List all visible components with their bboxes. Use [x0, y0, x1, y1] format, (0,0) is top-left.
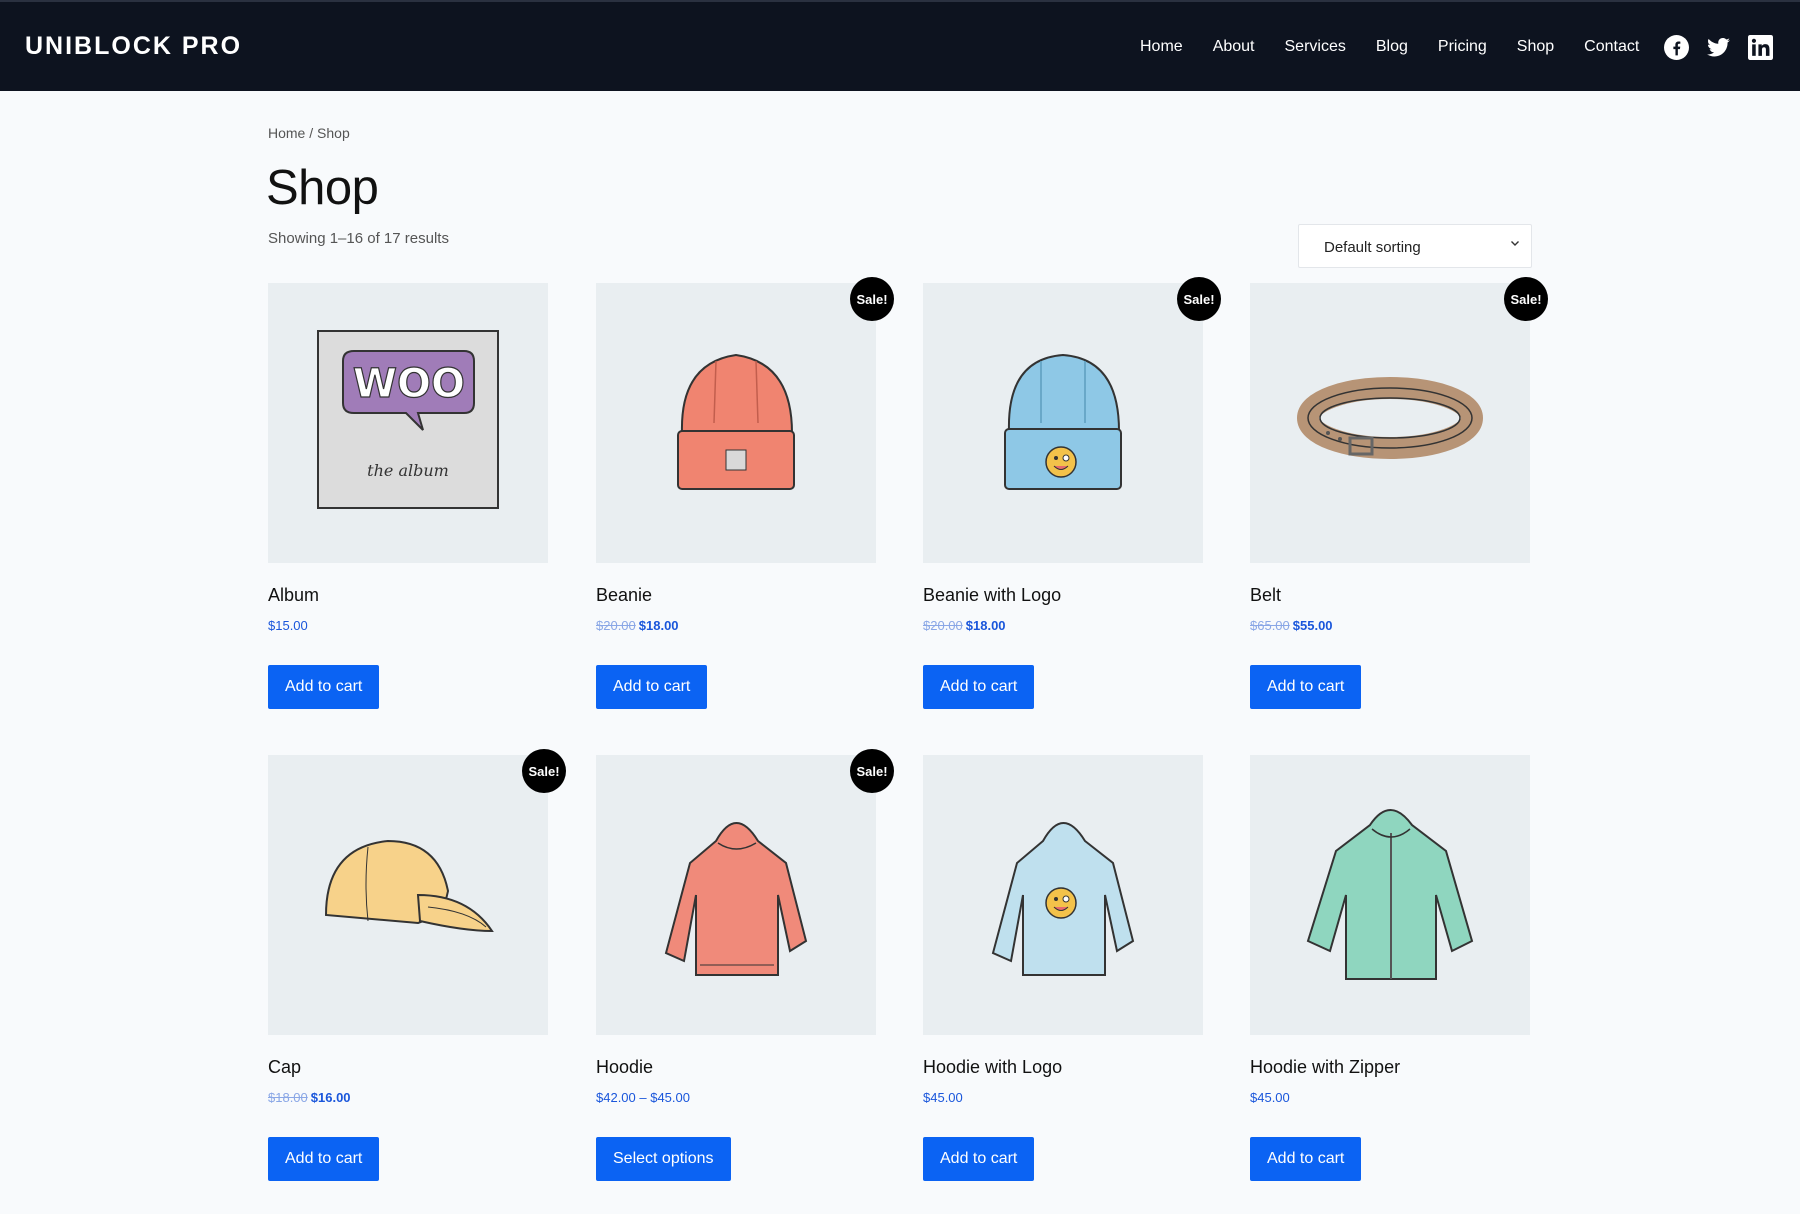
product-price: $65.00 $55.00: [1250, 618, 1333, 633]
price-old: $18.00: [268, 1090, 308, 1105]
hoodie-with-logo-illustration: [991, 822, 1135, 976]
product-image[interactable]: Sale!: [596, 749, 894, 1035]
belt-illustration: [1297, 377, 1483, 459]
add-to-cart-button[interactable]: Add to cart: [268, 1137, 380, 1181]
product-name[interactable]: Cap: [268, 1057, 301, 1078]
chevron-down-icon: [1511, 241, 1519, 246]
breadcrumb-current: Shop: [317, 125, 350, 141]
beanie-with-logo-illustration: [1004, 353, 1122, 490]
product-price: $42.00 – $45.00: [596, 1090, 690, 1105]
product-image[interactable]: WOO the album: [268, 283, 548, 563]
price-old: $20.00: [596, 618, 636, 633]
price-current: $16.00: [310, 1090, 351, 1105]
beanie-illustration: [677, 353, 795, 490]
product-card-hoodie-with-logo: Hoodie with Logo $45.00 Add to cart: [923, 755, 1203, 1181]
product-image[interactable]: Sale!: [268, 749, 566, 1035]
nav-about[interactable]: About: [1213, 38, 1255, 56]
facebook-icon[interactable]: [1664, 35, 1689, 60]
nav-home[interactable]: Home: [1140, 38, 1183, 56]
sale-badge: Sale!: [522, 749, 566, 793]
price-current: $15.00: [268, 618, 308, 633]
price-old: $65.00: [1250, 618, 1290, 633]
album-title-text: WOO: [353, 361, 465, 407]
product-card-beanie-with-logo: Sale! Beanie with Logo $20.00 $18.00 Add …: [923, 277, 1221, 709]
product-card-belt: Sale! Belt $65.00 $55.00 Add to cart: [1250, 277, 1548, 709]
product-price: $20.00 $18.00: [596, 618, 679, 633]
product-price: $15.00: [268, 618, 308, 633]
product-image[interactable]: Sale!: [596, 277, 894, 563]
album-subtitle-text: the album: [367, 461, 449, 480]
product-name[interactable]: Album: [268, 585, 319, 606]
twitter-icon[interactable]: [1706, 35, 1731, 60]
nav-shop[interactable]: Shop: [1517, 38, 1554, 56]
product-name[interactable]: Beanie: [596, 585, 652, 606]
product-card-album: WOO the album Album $15.00 Add to cart: [268, 283, 548, 709]
product-image[interactable]: Sale!: [923, 277, 1221, 563]
primary-nav: Home About Services Blog Pricing Shop Co…: [1140, 38, 1669, 56]
sort-select-value: Default sorting: [1324, 239, 1421, 256]
nav-blog[interactable]: Blog: [1376, 38, 1408, 56]
price-current: $45.00: [1250, 1090, 1290, 1105]
sale-badge: Sale!: [1177, 277, 1221, 321]
price-current: $55.00: [1292, 618, 1333, 633]
product-name[interactable]: Belt: [1250, 585, 1281, 606]
product-price: $45.00: [923, 1090, 963, 1105]
linkedin-icon[interactable]: [1748, 35, 1773, 60]
product-image[interactable]: [923, 755, 1203, 1035]
price-old: $20.00: [923, 618, 963, 633]
breadcrumb-separator: /: [305, 125, 318, 141]
product-card-beanie: Sale! Beanie $20.00 $18.00 Add to cart: [596, 277, 894, 709]
sale-badge: Sale!: [1504, 277, 1548, 321]
product-price: $18.00 $16.00: [268, 1090, 351, 1105]
add-to-cart-button[interactable]: Add to cart: [1250, 665, 1362, 709]
product-image[interactable]: Sale!: [1250, 277, 1548, 563]
product-price: $20.00 $18.00: [923, 618, 1006, 633]
album-illustration: WOO the album: [317, 330, 499, 509]
hoodie-illustration: [664, 822, 808, 976]
product-card-hoodie-with-zipper: Hoodie with Zipper $45.00 Add to cart: [1250, 755, 1530, 1181]
price-current: $42.00 – $45.00: [596, 1090, 690, 1105]
site-header: UNIBLOCK PRO Home About Services Blog Pr…: [0, 0, 1800, 91]
cap-illustration: [324, 839, 494, 933]
price-current: $18.00: [638, 618, 679, 633]
sale-badge: Sale!: [850, 277, 894, 321]
sale-badge: Sale!: [850, 749, 894, 793]
add-to-cart-button[interactable]: Add to cart: [1250, 1137, 1362, 1181]
price-current: $45.00: [923, 1090, 963, 1105]
add-to-cart-button[interactable]: Add to cart: [923, 665, 1035, 709]
nav-services[interactable]: Services: [1285, 38, 1346, 56]
product-image[interactable]: [1250, 755, 1530, 1035]
product-name[interactable]: Hoodie with Logo: [923, 1057, 1062, 1078]
product-name[interactable]: Beanie with Logo: [923, 585, 1061, 606]
product-card-hoodie: Sale! Hoodie $42.00 – $45.00 Select opti…: [596, 749, 894, 1181]
select-options-button[interactable]: Select options: [596, 1137, 731, 1181]
add-to-cart-button[interactable]: Add to cart: [923, 1137, 1035, 1181]
social-links: [1664, 35, 1773, 60]
breadcrumb: Home / Shop: [268, 125, 350, 141]
product-name[interactable]: Hoodie: [596, 1057, 653, 1078]
page-title: Shop: [266, 161, 379, 215]
price-current: $18.00: [965, 618, 1006, 633]
add-to-cart-button[interactable]: Add to cart: [268, 665, 380, 709]
add-to-cart-button[interactable]: Add to cart: [596, 665, 708, 709]
product-name[interactable]: Hoodie with Zipper: [1250, 1057, 1400, 1078]
result-count: Showing 1–16 of 17 results: [268, 230, 449, 247]
hoodie-with-zipper-illustration: [1306, 809, 1474, 980]
site-logo[interactable]: UNIBLOCK PRO: [25, 32, 242, 61]
product-price: $45.00: [1250, 1090, 1290, 1105]
sort-select[interactable]: Default sorting: [1298, 224, 1532, 268]
product-card-cap: Sale! Cap $18.00 $16.00 Add to cart: [268, 749, 566, 1181]
breadcrumb-home[interactable]: Home: [268, 125, 305, 141]
nav-contact[interactable]: Contact: [1584, 38, 1639, 56]
nav-pricing[interactable]: Pricing: [1438, 38, 1487, 56]
